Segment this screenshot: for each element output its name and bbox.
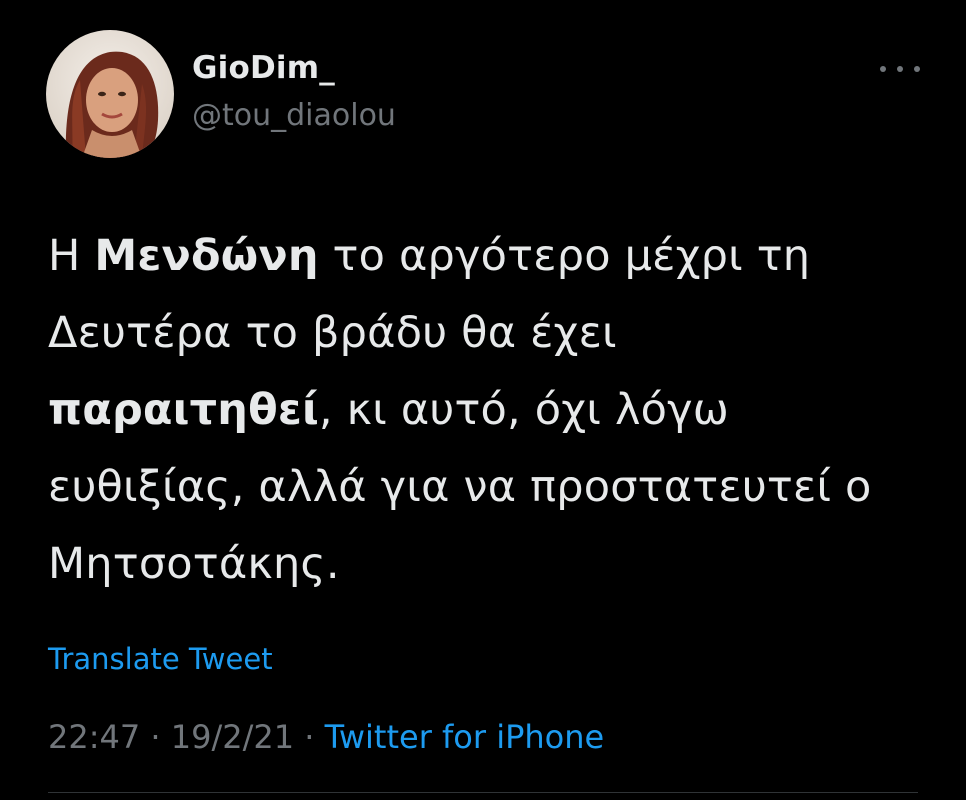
tweet-metadata: 22:47 · 19/2/21 · Twitter for iPhone [48,718,604,756]
tweet-text-fragment: Δευτέρα το βράδυ θα έχει [48,308,617,358]
tweet-time[interactable]: 22:47 [48,718,140,756]
tweet-text-fragment: Η [48,231,95,281]
tweet-source-link[interactable]: Twitter for iPhone [325,718,605,756]
tweet-line: παραιτηθεί, κι αυτό, όχι λόγω [48,372,918,449]
tweet-line: Δευτέρα το βράδυ θα έχει [48,295,918,372]
tweet-line: ευθιξίας, αλλά για να προστατευτεί ο [48,449,918,526]
tweet-text-bold: παραιτηθεί [48,385,319,435]
tweet-card: GioDim_ @tou_diaolou Η Μενδώνη το αργότε… [0,0,966,800]
dot-icon [914,66,920,72]
divider [48,792,918,793]
tweet-line: Η Μενδώνη το αργότερο μέχρι τη [48,218,918,295]
tweet-line: Μητσοτάκης. [48,526,918,603]
tweet-text-fragment: , κι αυτό, όχι λόγω [318,385,729,435]
translate-tweet-link[interactable]: Translate Tweet [48,642,273,676]
meta-separator: · [150,718,171,756]
tweet-text: Η Μενδώνη το αργότερο μέχρι τη Δευτέρα τ… [48,218,918,603]
tweet-text-fragment: Μητσοτάκης. [48,539,340,589]
avatar-image [46,30,174,158]
tweet-text-fragment: ευθιξίας, αλλά για να προστατευτεί ο [48,462,872,512]
tweet-text-bold: Μενδώνη [94,231,319,281]
dot-icon [880,66,886,72]
user-handle[interactable]: @tou_diaolou [192,98,396,133]
avatar[interactable] [46,30,174,158]
dot-icon [897,66,903,72]
display-name[interactable]: GioDim_ [192,50,335,86]
meta-separator: · [304,718,325,756]
more-options-icon[interactable] [880,54,920,84]
tweet-text-fragment: το αργότερο μέχρι τη [318,231,811,281]
tweet-date[interactable]: 19/2/21 [171,718,294,756]
